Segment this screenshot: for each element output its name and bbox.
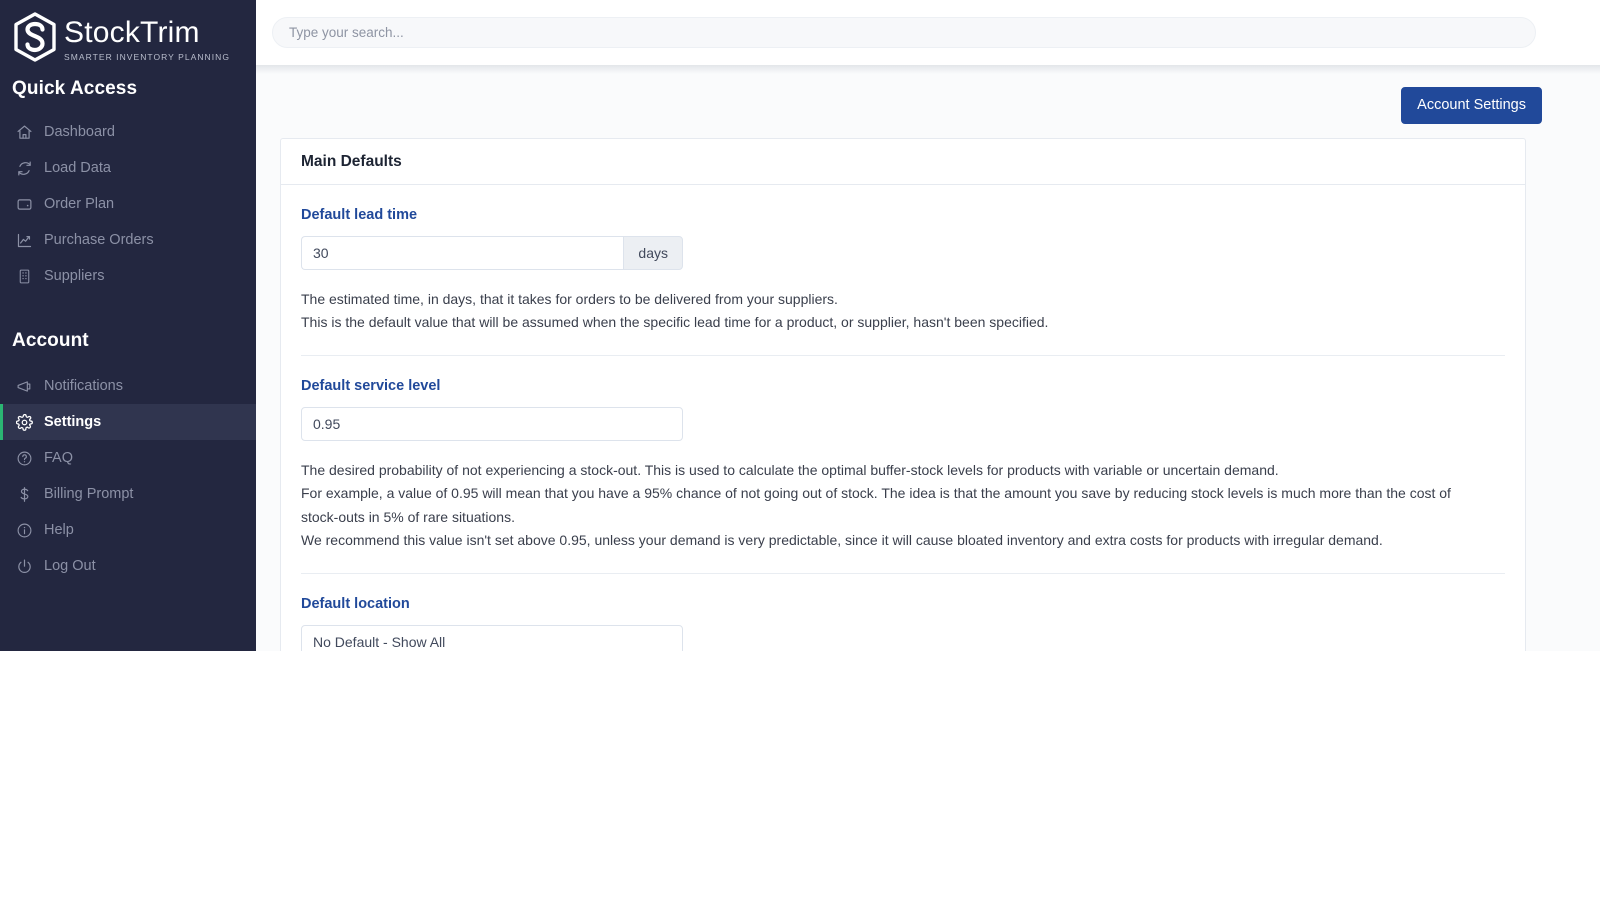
default-location-select[interactable] <box>301 624 683 651</box>
megaphone-icon <box>16 378 33 395</box>
default-location-select-group[interactable] <box>301 624 683 651</box>
field-help-text: The estimated time, in days, that it tak… <box>301 288 1491 355</box>
sidebar-item-billing-prompt[interactable]: Billing Prompt <box>0 476 256 512</box>
sidebar-item-label: Suppliers <box>44 268 105 284</box>
field-help-text: The desired probability of not experienc… <box>301 459 1491 573</box>
search-input[interactable] <box>289 25 1519 40</box>
sidebar-item-label: Notifications <box>44 378 123 394</box>
default-service-level-input[interactable] <box>301 406 683 441</box>
default-lead-time-input[interactable] <box>301 235 624 270</box>
info-icon <box>16 522 33 539</box>
brand-name: StockTrim <box>64 16 200 49</box>
card-title: Main Defaults <box>281 139 1525 185</box>
help-line: We recommend this value isn't set above … <box>301 532 1383 549</box>
field-group-default-service-level: Default service level The desired probab… <box>301 354 1505 573</box>
dollar-icon <box>16 486 33 503</box>
building-icon <box>16 268 33 285</box>
sidebar-item-label: Order Plan <box>44 196 115 212</box>
wallet-icon <box>16 196 33 213</box>
sidebar-group-heading-quick-access: Quick Access <box>12 78 138 99</box>
sidebar-item-notifications[interactable]: Notifications <box>0 368 256 404</box>
sidebar-item-log-out[interactable]: Log Out <box>0 548 256 584</box>
sidebar-item-purchase-orders[interactable]: Purchase Orders <box>0 222 256 258</box>
gear-icon <box>16 413 33 431</box>
field-label: Default location <box>301 595 410 612</box>
chart-line-icon <box>16 232 33 249</box>
sidebar-item-label: Purchase Orders <box>44 232 154 248</box>
field-label: Default lead time <box>301 206 418 223</box>
sidebar-item-label: Load Data <box>44 160 111 176</box>
help-line: For example, a value of 0.95 will mean t… <box>301 485 1451 525</box>
search-bar[interactable] <box>272 17 1536 48</box>
help-line: The desired probability of not experienc… <box>301 461 1279 478</box>
content-inner: Account Settings Main Defaults Default l… <box>256 65 1560 651</box>
brand-logo[interactable]: StockTrim SMARTER INVENTORY PLANNING <box>0 0 256 62</box>
sidebar-item-dashboard[interactable]: Dashboard <box>0 114 256 150</box>
sidebar-group-heading-account: Account <box>12 330 89 351</box>
field-label: Default service level <box>301 377 441 394</box>
sidebar-item-label: Billing Prompt <box>44 486 134 502</box>
brand-tagline: SMARTER INVENTORY PLANNING <box>64 52 231 62</box>
brand-text: StockTrim SMARTER INVENTORY PLANNING <box>64 12 231 63</box>
help-line: This is the default value that will be a… <box>301 314 1049 331</box>
power-icon <box>16 558 33 575</box>
default-lead-time-input-group[interactable]: days <box>301 235 683 270</box>
sidebar-item-label: Settings <box>44 414 102 430</box>
sidebar: StockTrim SMARTER INVENTORY PLANNING Qui… <box>0 0 256 651</box>
sidebar-item-faq[interactable]: FAQ <box>0 440 256 476</box>
sidebar-item-settings[interactable]: Settings <box>0 404 256 440</box>
home-icon <box>16 124 33 141</box>
card-body: Default lead time days The estimated tim… <box>281 185 1525 651</box>
top-header <box>256 0 1600 74</box>
stocktrim-hexagon-s-logo-icon <box>12 12 58 62</box>
content-area: Account Settings Main Defaults Default l… <box>256 65 1600 651</box>
app-viewport: StockTrim SMARTER INVENTORY PLANNING Qui… <box>0 0 1600 651</box>
sidebar-item-order-plan[interactable]: Order Plan <box>0 186 256 222</box>
sidebar-item-label: Help <box>44 522 74 538</box>
sidebar-item-label: Log Out <box>44 558 96 574</box>
account-settings-button[interactable]: Account Settings <box>1401 87 1542 124</box>
lead-time-unit-addon: days <box>623 235 683 270</box>
sidebar-item-label: Dashboard <box>44 124 115 140</box>
refresh-icon <box>16 160 33 177</box>
field-group-default-location: Default location <box>301 572 1505 651</box>
question-icon <box>16 450 33 467</box>
default-service-level-input-group[interactable] <box>301 406 683 441</box>
sidebar-item-suppliers[interactable]: Suppliers <box>0 258 256 294</box>
field-group-default-lead-time: Default lead time days The estimated tim… <box>301 185 1505 355</box>
main-defaults-card: Main Defaults Default lead time days The… <box>280 137 1526 651</box>
sidebar-item-load-data[interactable]: Load Data <box>0 150 256 186</box>
help-line: The estimated time, in days, that it tak… <box>301 290 838 307</box>
sidebar-item-help[interactable]: Help <box>0 512 256 548</box>
sidebar-item-label: FAQ <box>44 450 74 466</box>
